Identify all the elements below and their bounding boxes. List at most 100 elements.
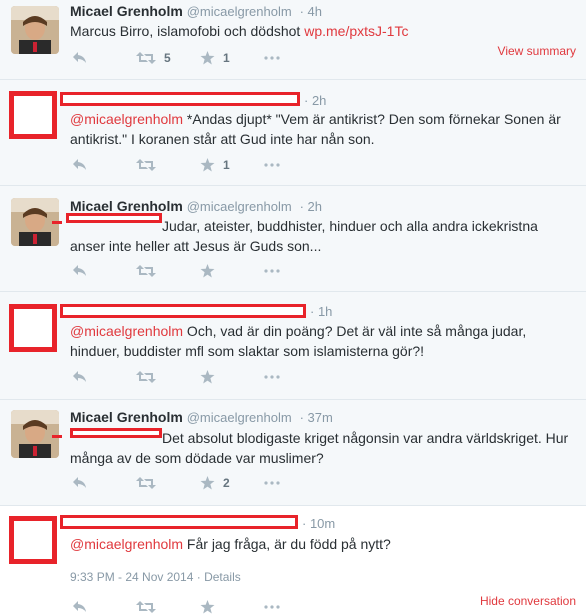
view-summary-link[interactable]: View summary bbox=[498, 44, 576, 58]
favorite-icon bbox=[200, 51, 215, 65]
retweet-icon bbox=[136, 370, 156, 384]
favorite-button[interactable]: 2 bbox=[200, 476, 264, 490]
favorite-count: 2 bbox=[223, 476, 230, 490]
retweet-button[interactable] bbox=[136, 600, 200, 614]
author-handle[interactable]: @micaelgrenholm bbox=[187, 199, 292, 214]
redacted-author bbox=[60, 92, 300, 106]
favorite-button[interactable]: 1 bbox=[200, 51, 264, 65]
tweet-4[interactable]: · 1h @micaelgrenholm Och, vad är din poä… bbox=[0, 292, 586, 400]
retweet-icon bbox=[136, 51, 156, 65]
author-name[interactable]: Micael Grenholm bbox=[70, 409, 183, 425]
more-icon bbox=[264, 481, 280, 485]
tweet-actions: 1 bbox=[72, 156, 328, 174]
mention[interactable]: @micaelgrenholm bbox=[70, 111, 183, 127]
tweet-6[interactable]: · 10m @micaelgrenholm Får jag fråga, är … bbox=[0, 506, 586, 616]
more-button[interactable] bbox=[264, 481, 328, 485]
more-button[interactable] bbox=[264, 605, 328, 609]
retweet-icon bbox=[136, 600, 156, 614]
reply-icon bbox=[72, 51, 88, 65]
author-name[interactable]: Micael Grenholm bbox=[70, 198, 183, 214]
avatar[interactable] bbox=[9, 91, 57, 139]
retweet-button[interactable]: 5 bbox=[136, 51, 200, 65]
reply-button[interactable] bbox=[72, 158, 136, 172]
avatar[interactable] bbox=[11, 410, 59, 458]
author-handle[interactable]: @micaelgrenholm bbox=[187, 4, 292, 19]
more-button[interactable] bbox=[264, 56, 328, 60]
redaction-line bbox=[52, 221, 62, 224]
more-button[interactable] bbox=[264, 269, 328, 273]
reply-icon bbox=[72, 600, 88, 614]
mention[interactable]: @micaelgrenholm bbox=[70, 536, 183, 552]
reply-icon bbox=[72, 264, 88, 278]
favorite-icon bbox=[200, 264, 215, 278]
redacted-author bbox=[60, 515, 298, 529]
tweet-header: Micael Grenholm @micaelgrenholm · 37m bbox=[70, 409, 333, 425]
redaction-line bbox=[52, 435, 62, 438]
tweet-actions bbox=[72, 598, 328, 616]
redacted-author bbox=[60, 304, 306, 318]
reply-button[interactable] bbox=[72, 51, 136, 65]
reply-icon bbox=[72, 158, 88, 172]
more-icon bbox=[264, 269, 280, 273]
avatar[interactable] bbox=[9, 304, 57, 352]
tweet-time[interactable]: · 4h bbox=[300, 4, 322, 19]
reply-icon bbox=[72, 370, 88, 384]
favorite-button[interactable]: 1 bbox=[200, 158, 264, 172]
favorite-button[interactable] bbox=[200, 600, 264, 614]
reply-icon bbox=[72, 476, 88, 490]
tweet-text: Judar, ateister, buddhister, hinduer och… bbox=[70, 218, 538, 254]
tweet-time[interactable]: · 10m bbox=[302, 516, 335, 531]
favorite-button[interactable] bbox=[200, 370, 264, 384]
tweet-text: @micaelgrenholm Får jag fråga, är du föd… bbox=[70, 536, 391, 552]
tweet-time[interactable]: · 37m bbox=[300, 410, 333, 425]
favorite-icon bbox=[200, 370, 215, 384]
author-name[interactable]: Micael Grenholm bbox=[70, 3, 183, 19]
tweet-link[interactable]: wp.me/pxtsJ-1Tc bbox=[304, 23, 408, 39]
retweet-icon bbox=[136, 476, 156, 490]
favorite-icon bbox=[200, 600, 215, 614]
tweet-3[interactable]: Micael Grenholm @micaelgrenholm · 2h Jud… bbox=[0, 186, 586, 292]
favorite-count: 1 bbox=[223, 51, 230, 65]
more-icon bbox=[264, 56, 280, 60]
more-button[interactable] bbox=[264, 375, 328, 379]
tweet-time[interactable]: · 2h bbox=[300, 199, 322, 214]
tweet-text: @micaelgrenholm Och, vad är din poäng? D… bbox=[70, 323, 527, 359]
more-icon bbox=[264, 163, 280, 167]
reply-button[interactable] bbox=[72, 600, 136, 614]
retweet-button[interactable] bbox=[136, 264, 200, 278]
favorite-icon bbox=[200, 476, 215, 490]
retweet-icon bbox=[136, 158, 156, 172]
tweet-1[interactable]: Micael Grenholm @micaelgrenholm · 4h Mar… bbox=[0, 0, 586, 80]
retweet-count: 5 bbox=[164, 51, 171, 65]
retweet-button[interactable] bbox=[136, 158, 200, 172]
more-button[interactable] bbox=[264, 163, 328, 167]
tweet-text: Marcus Birro, islamofobi och dödshot wp.… bbox=[70, 23, 409, 39]
tweet-text: @micaelgrenholm *Andas djupt* "Vem är an… bbox=[70, 111, 561, 147]
avatar[interactable] bbox=[11, 6, 59, 54]
tweet-2[interactable]: · 2h @micaelgrenholm *Andas djupt* "Vem … bbox=[0, 80, 586, 186]
retweet-icon bbox=[136, 264, 156, 278]
hide-conversation-link[interactable]: Hide conversation bbox=[480, 594, 576, 608]
tweet-actions bbox=[72, 368, 328, 386]
details-link[interactable]: Details bbox=[204, 570, 241, 584]
tweet-header: Micael Grenholm @micaelgrenholm · 4h bbox=[70, 3, 322, 19]
tweet-actions bbox=[72, 262, 328, 280]
tweet-actions: 2 bbox=[72, 474, 328, 492]
tweet-time[interactable]: · 1h bbox=[310, 304, 332, 319]
favorite-icon bbox=[200, 158, 215, 172]
tweet-5[interactable]: Micael Grenholm @micaelgrenholm · 37m De… bbox=[0, 400, 586, 506]
tweet-header: Micael Grenholm @micaelgrenholm · 2h bbox=[70, 198, 322, 214]
more-icon bbox=[264, 605, 280, 609]
mention[interactable]: @micaelgrenholm bbox=[70, 323, 183, 339]
more-icon bbox=[264, 375, 280, 379]
tweet-actions: 5 1 bbox=[72, 49, 328, 67]
retweet-button[interactable] bbox=[136, 476, 200, 490]
reply-button[interactable] bbox=[72, 476, 136, 490]
author-handle[interactable]: @micaelgrenholm bbox=[187, 410, 292, 425]
retweet-button[interactable] bbox=[136, 370, 200, 384]
tweet-time[interactable]: · 2h bbox=[304, 93, 326, 108]
reply-button[interactable] bbox=[72, 370, 136, 384]
favorite-button[interactable] bbox=[200, 264, 264, 278]
avatar[interactable] bbox=[9, 516, 57, 564]
reply-button[interactable] bbox=[72, 264, 136, 278]
